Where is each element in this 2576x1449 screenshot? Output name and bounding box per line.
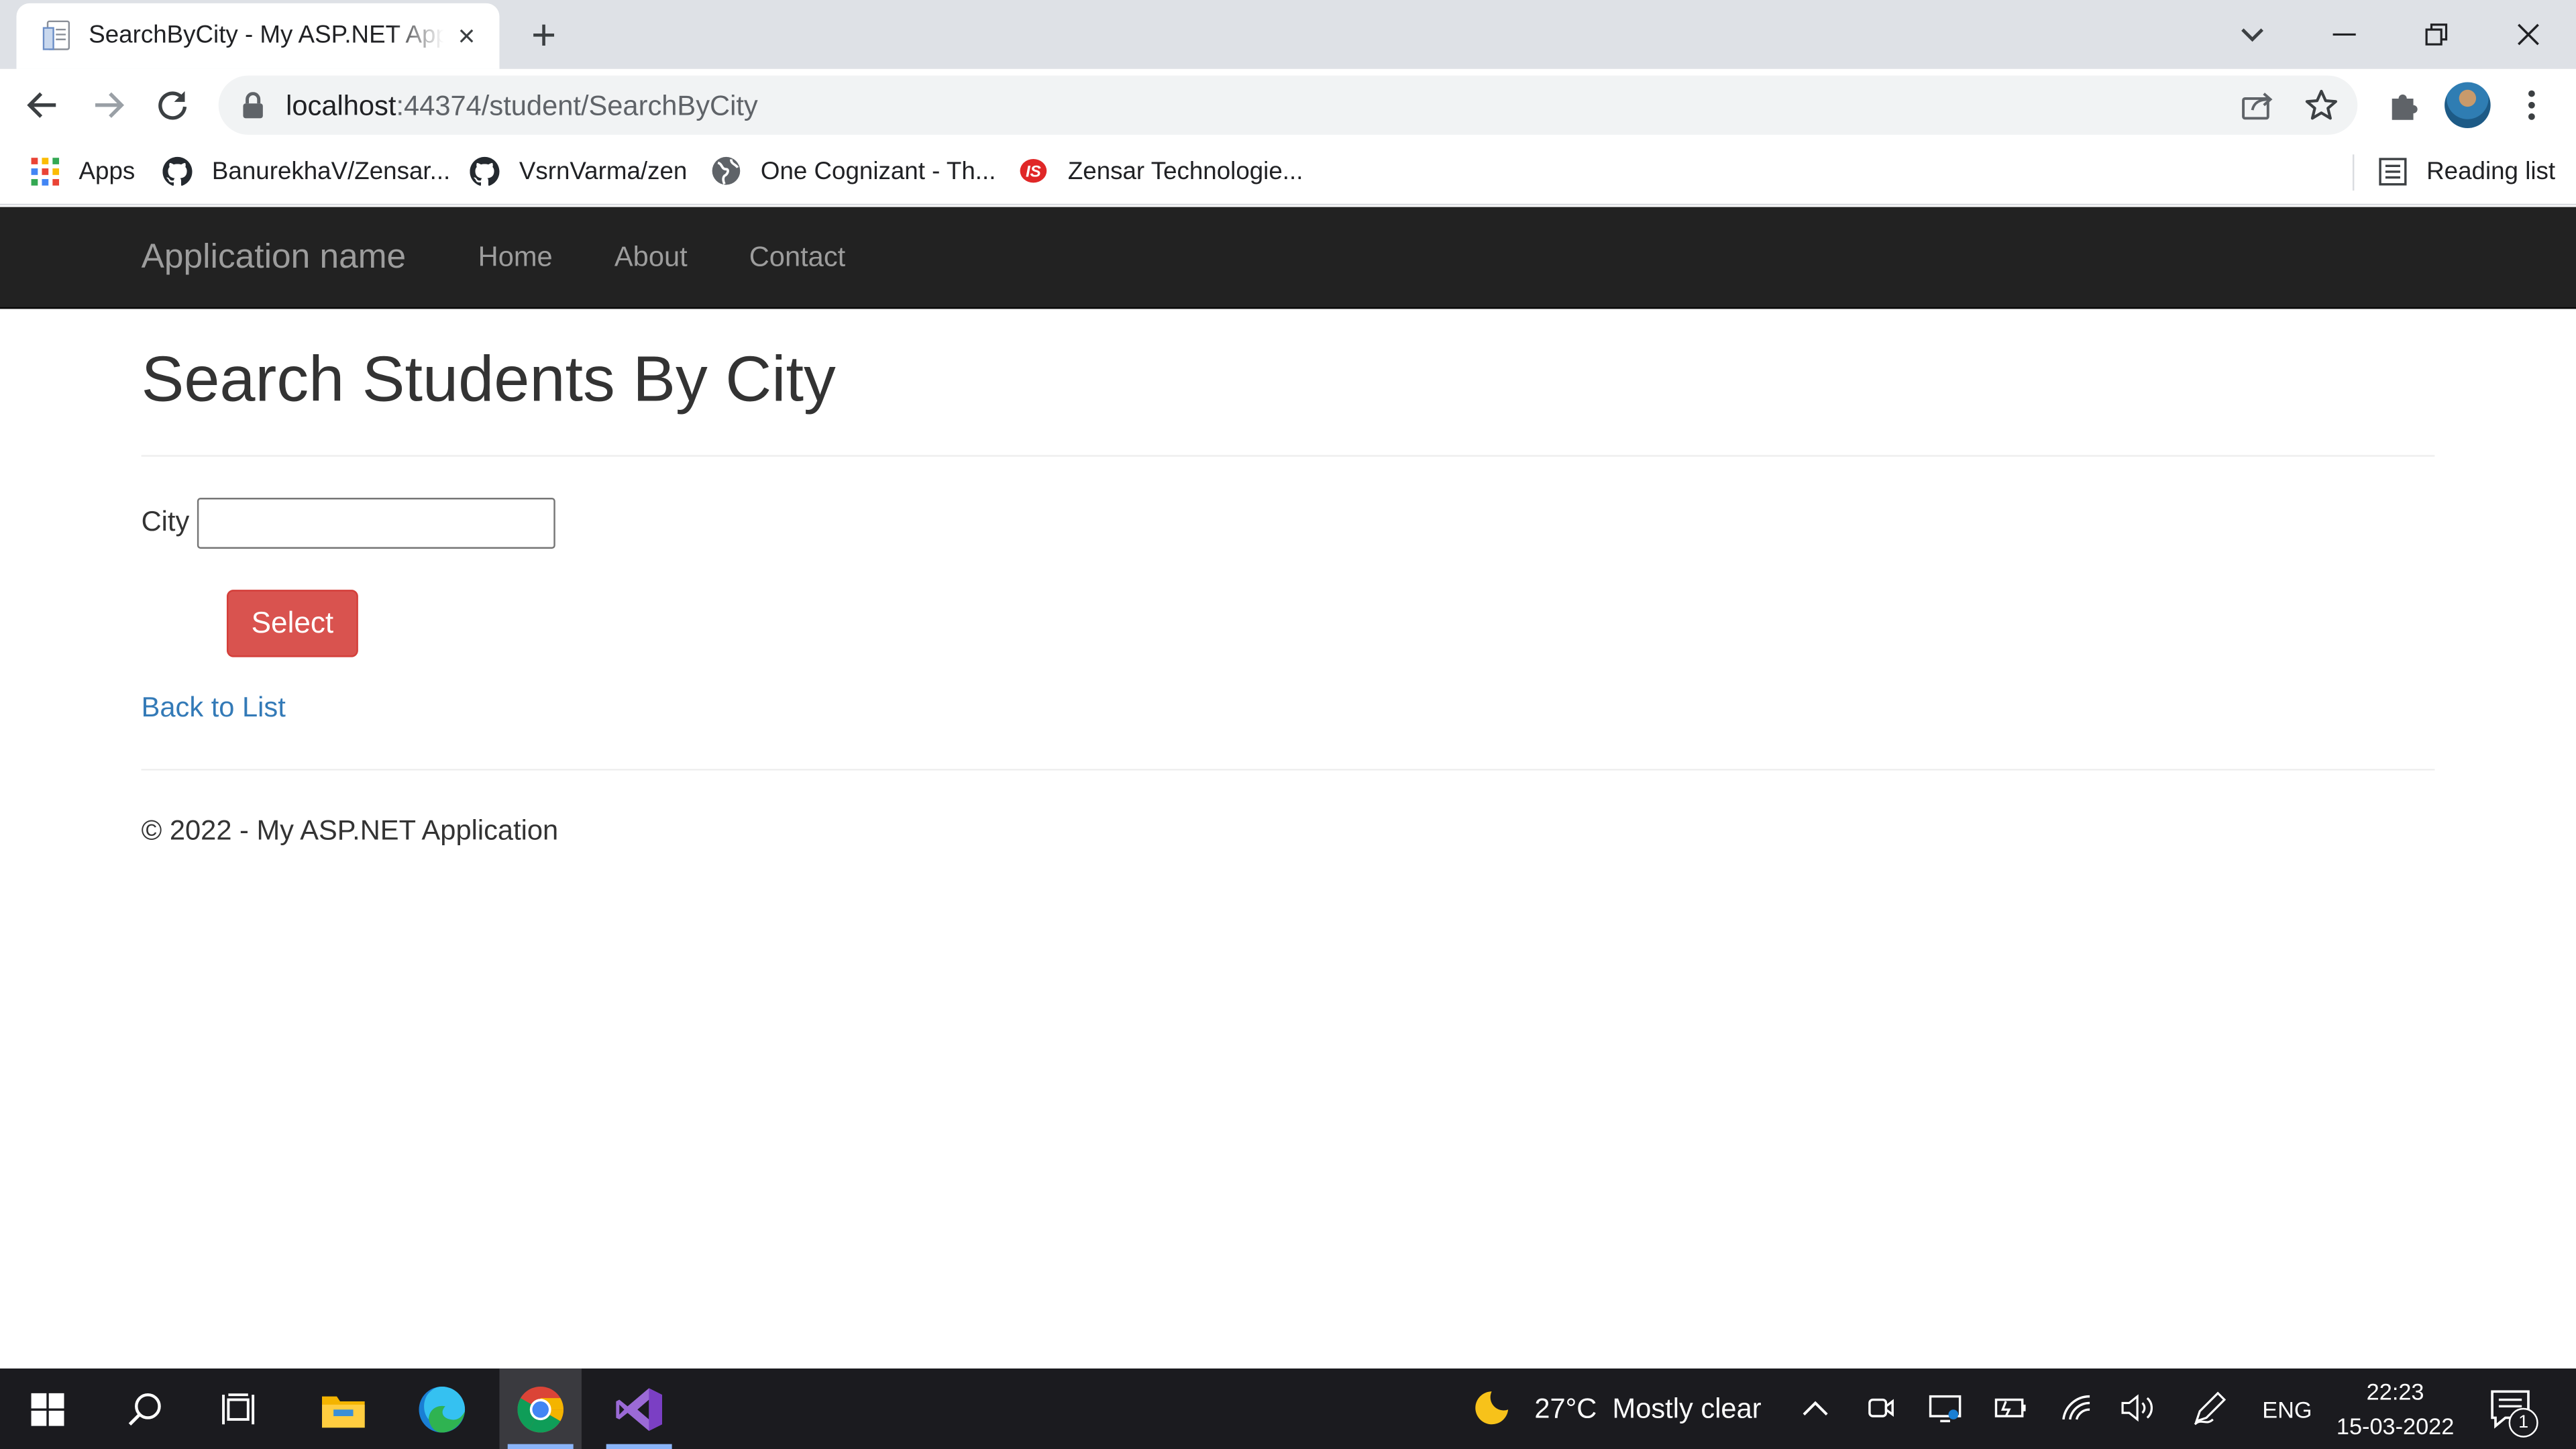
reload-icon[interactable] xyxy=(146,79,199,131)
city-input[interactable] xyxy=(197,498,555,549)
back-to-list-link[interactable]: Back to List xyxy=(142,692,286,724)
bookmark-label: One Cognizant - Th... xyxy=(760,156,996,185)
footer-text: © 2022 - My ASP.NET Application xyxy=(141,814,559,847)
page-icon xyxy=(42,20,70,50)
battery-icon[interactable] xyxy=(1990,1388,2029,1428)
bookmark-banurekhav[interactable]: BanurekhaV/Zensar... xyxy=(162,153,450,189)
site-navbar: Application name Home About Contact xyxy=(0,207,2576,309)
extensions-puzzle-icon[interactable] xyxy=(2381,82,2427,128)
reading-list-label: Reading list xyxy=(2426,156,2556,185)
file-explorer-icon[interactable] xyxy=(303,1368,384,1449)
bookmark-label: VsrnVarma/zen xyxy=(519,156,688,185)
divider xyxy=(141,769,2435,771)
bookmark-vsrnvarma[interactable]: VsrnVarma/zen xyxy=(470,153,687,189)
edge-browser-icon[interactable] xyxy=(401,1368,483,1449)
browser-toolbar: localhost:44374/student/SearchByCity xyxy=(0,68,2576,142)
nav-home[interactable]: Home xyxy=(478,240,553,276)
clock-time: 22:23 xyxy=(2366,1378,2424,1405)
clock-date: 15-03-2022 xyxy=(2336,1413,2455,1440)
chevron-up-icon[interactable] xyxy=(1796,1388,1835,1428)
clock[interactable]: 22:23 15-03-2022 xyxy=(2326,1375,2465,1444)
bookmark-star-icon[interactable] xyxy=(2303,87,2339,123)
wifi-icon[interactable] xyxy=(2057,1388,2096,1428)
bookmark-label: Zensar Technologie... xyxy=(1067,156,1303,185)
meet-now-icon[interactable] xyxy=(1862,1388,1901,1428)
bookmark-one-cognizant[interactable]: One Cognizant - Th... xyxy=(711,153,996,189)
weather-moon-icon[interactable] xyxy=(1472,1388,1511,1428)
close-tab-icon[interactable]: × xyxy=(450,19,483,52)
bookmarks-bar: Apps BanurekhaV/Zensar... VsrnVarma/zen … xyxy=(0,141,2576,206)
taskbar: 27°C Mostly clear ENG 22:23 15-03-2022 xyxy=(0,1368,2576,1449)
chrome-browser-icon[interactable] xyxy=(499,1368,582,1449)
task-view-icon[interactable] xyxy=(199,1368,280,1449)
nav-about[interactable]: About xyxy=(614,240,688,276)
zensar-logo-icon: IS xyxy=(1018,156,1048,186)
new-tab-button[interactable]: + xyxy=(523,13,566,56)
bookmark-label: BanurekhaV/Zensar... xyxy=(211,156,451,185)
svg-text:IS: IS xyxy=(1026,163,1041,181)
input-language[interactable]: ENG xyxy=(2262,1395,2312,1424)
lock-icon[interactable] xyxy=(241,92,264,119)
browser-tab[interactable]: SearchByCity - My ASP.NET Application × xyxy=(16,3,500,69)
search-icon[interactable] xyxy=(103,1368,185,1449)
notification-count-badge: 1 xyxy=(2508,1407,2538,1438)
reading-list-icon xyxy=(2377,156,2407,186)
visual-studio-icon[interactable] xyxy=(598,1368,680,1449)
weather-text[interactable]: 27°C Mostly clear xyxy=(1534,1393,1761,1426)
running-app-indicator xyxy=(606,1444,672,1449)
close-window-icon[interactable] xyxy=(2504,10,2553,59)
reading-list-button[interactable]: Reading list xyxy=(2377,153,2555,189)
globe-icon xyxy=(711,156,741,186)
back-arrow-icon[interactable] xyxy=(16,79,68,131)
volume-icon[interactable] xyxy=(2118,1388,2157,1428)
minimize-icon[interactable] xyxy=(2320,10,2369,59)
apps-grid-icon xyxy=(30,156,59,186)
bookmark-zensar[interactable]: IS Zensar Technologie... xyxy=(1018,153,1303,189)
url-text[interactable]: localhost:44374/student/SearchByCity xyxy=(286,91,758,123)
forward-arrow-icon[interactable] xyxy=(82,79,134,131)
brand-link[interactable]: Application name xyxy=(142,237,407,280)
tab-title: SearchByCity - My ASP.NET Application xyxy=(89,21,443,50)
pen-ink-icon[interactable] xyxy=(2190,1388,2229,1428)
tab-strip: SearchByCity - My ASP.NET Application × … xyxy=(0,0,2576,69)
page-title: Search Students By City xyxy=(141,345,836,416)
divider xyxy=(141,455,2435,457)
bookmark-label: Apps xyxy=(78,156,136,185)
active-app-indicator xyxy=(507,1444,574,1449)
github-icon xyxy=(470,156,500,186)
select-button[interactable]: Select xyxy=(226,590,358,657)
tab-search-icon[interactable] xyxy=(2228,10,2277,59)
share-icon[interactable] xyxy=(2239,87,2275,123)
github-icon xyxy=(162,156,193,186)
windows-start-icon[interactable] xyxy=(7,1368,89,1449)
display-icon[interactable] xyxy=(1925,1388,1965,1428)
address-bar[interactable]: localhost:44374/student/SearchByCity xyxy=(218,75,2358,135)
nav-contact[interactable]: Contact xyxy=(749,240,845,276)
bookmarks-divider xyxy=(2352,154,2355,191)
restore-icon[interactable] xyxy=(2412,10,2461,59)
city-label: City xyxy=(141,506,190,537)
menu-kebab-icon[interactable] xyxy=(2509,82,2555,128)
profile-avatar[interactable] xyxy=(2445,82,2491,129)
bookmark-apps[interactable]: Apps xyxy=(30,153,135,189)
